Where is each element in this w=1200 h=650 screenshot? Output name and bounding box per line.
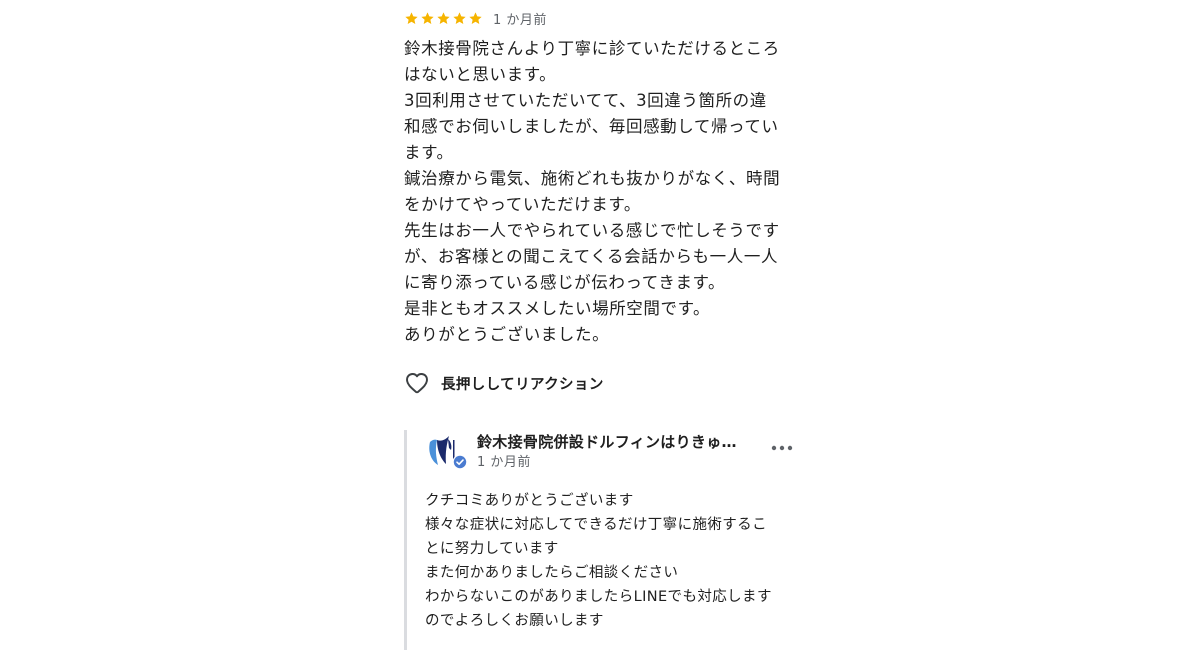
reply-divider bbox=[404, 430, 407, 650]
star-icon bbox=[453, 11, 466, 24]
review-text-line: はないと思います。 bbox=[404, 65, 557, 84]
reply-text-line: わからないこのがありましたらLINEでも対応します bbox=[425, 589, 772, 605]
review-date: 1 か月前 bbox=[493, 12, 547, 28]
review-text-line: ます。 bbox=[404, 143, 454, 162]
star-icon bbox=[405, 11, 418, 24]
reply-text-line: とに努力しています bbox=[425, 541, 559, 557]
rating-row: 1 か月前 bbox=[404, 8, 547, 28]
review-text-line: 和感でお伺いしましたが、毎回感動して帰ってい bbox=[404, 117, 779, 136]
owner-name[interactable]: 鈴木接骨院併設ドルフィンはりきゅ… bbox=[477, 431, 762, 452]
star-icon bbox=[421, 11, 434, 24]
review-card: 1 か月前 鈴木接骨院さんより丁寧に診ていただけるところ はないと思います。 3… bbox=[404, 0, 804, 650]
more-horizontal-icon bbox=[771, 445, 793, 451]
reply-text: クチコミありがとうございます 様々な症状に対応してできるだけ丁寧に施術するこ と… bbox=[425, 489, 800, 633]
review-text-line: をかけてやっていただけます。 bbox=[404, 195, 641, 214]
more-options-button[interactable] bbox=[770, 438, 794, 458]
reply-text-line: 様々な症状に対応してできるだけ丁寧に施術するこ bbox=[425, 517, 767, 533]
review-text-line: 先生はお一人でやられている感じで忙しそうです bbox=[404, 221, 780, 240]
reaction-button[interactable]: 長押ししてリアクション bbox=[404, 369, 604, 397]
review-text: 鈴木接骨院さんより丁寧に診ていただけるところ はないと思います。 3回利用させて… bbox=[404, 36, 804, 348]
reply-text-line: また何かありましたらご相談ください bbox=[425, 565, 679, 581]
reply-date: 1 か月前 bbox=[477, 455, 531, 470]
verified-badge-icon bbox=[452, 454, 468, 470]
star-rating bbox=[404, 11, 483, 26]
heart-outline-icon bbox=[406, 373, 428, 394]
owner-avatar[interactable] bbox=[424, 430, 468, 470]
reply-text-line: クチコミありがとうございます bbox=[425, 493, 634, 509]
star-icon bbox=[437, 11, 450, 24]
reaction-label: 長押ししてリアクション bbox=[441, 376, 604, 393]
review-text-line: に寄り添っている感じが伝わってきます。 bbox=[404, 273, 726, 292]
review-text-line: 是非ともオススメしたい場所空間です。 bbox=[404, 299, 711, 318]
star-icon bbox=[469, 11, 482, 24]
review-text-line: が、お客様との聞こえてくる会話からも一人一人 bbox=[404, 247, 779, 266]
reply-text-line: のでよろしくお願いします bbox=[425, 613, 604, 629]
review-text-line: 鈴木接骨院さんより丁寧に診ていただけるところ bbox=[404, 39, 780, 58]
review-text-line: 鍼治療から電気、施術どれも抜かりがなく、時間 bbox=[404, 169, 781, 188]
owner-reply: 鈴木接骨院併設ドルフィンはりきゅ… 1 か月前 クチコミありがとうございます 様… bbox=[404, 430, 804, 650]
review-text-line: ありがとうございました。 bbox=[404, 325, 610, 344]
review-text-line: 3回利用させていただいてて、3回違う箇所の違 bbox=[404, 91, 767, 110]
